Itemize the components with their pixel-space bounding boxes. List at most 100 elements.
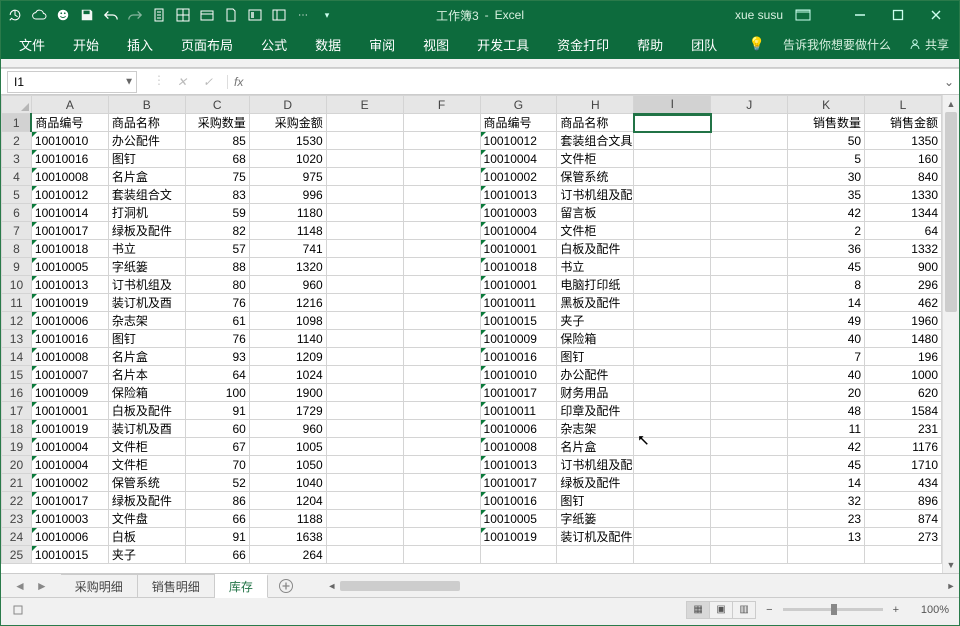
cell-F3[interactable]	[403, 150, 480, 168]
cell-K10[interactable]: 8	[788, 276, 865, 294]
cell-E19[interactable]	[326, 438, 403, 456]
cell-I19[interactable]	[634, 438, 711, 456]
select-all-corner[interactable]	[2, 96, 32, 114]
minimize-button[interactable]	[843, 5, 877, 25]
cell-F5[interactable]	[403, 186, 480, 204]
cell-B4[interactable]: 名片盒	[108, 168, 185, 186]
cell-B10[interactable]: 订书机组及	[108, 276, 185, 294]
cell-G8[interactable]: 10010001	[480, 240, 557, 258]
cell-G3[interactable]: 10010004	[480, 150, 557, 168]
cell-K18[interactable]: 11	[788, 420, 865, 438]
share-button[interactable]: 共享	[909, 36, 949, 53]
cell-J4[interactable]	[711, 168, 788, 186]
sheet-tab-1[interactable]: 销售明细	[138, 574, 215, 597]
smiley-icon[interactable]	[55, 7, 71, 23]
cell-C9[interactable]: 88	[185, 258, 249, 276]
cell-G17[interactable]: 10010011	[480, 402, 557, 420]
cell-A22[interactable]: 10010017	[31, 492, 108, 510]
cell-F12[interactable]	[403, 312, 480, 330]
cell-E2[interactable]	[326, 132, 403, 150]
cell-J16[interactable]	[711, 384, 788, 402]
cell-C5[interactable]: 83	[185, 186, 249, 204]
cell-E6[interactable]	[326, 204, 403, 222]
cell-B2[interactable]: 办公配件	[108, 132, 185, 150]
cell-I17[interactable]	[634, 402, 711, 420]
cell-A21[interactable]: 10010002	[31, 474, 108, 492]
row-header[interactable]: 15	[2, 366, 32, 384]
cell-F14[interactable]	[403, 348, 480, 366]
cell-L15[interactable]: 1000	[865, 366, 942, 384]
cell-A12[interactable]: 10010006	[31, 312, 108, 330]
row-header[interactable]: 10	[2, 276, 32, 294]
cell-G6[interactable]: 10010003	[480, 204, 557, 222]
cell-E14[interactable]	[326, 348, 403, 366]
cell-J1[interactable]	[711, 114, 788, 132]
cell-E1[interactable]	[326, 114, 403, 132]
cell-L9[interactable]: 900	[865, 258, 942, 276]
cell-I7[interactable]	[634, 222, 711, 240]
row-header[interactable]: 21	[2, 474, 32, 492]
tab-formulas[interactable]: 公式	[257, 33, 291, 56]
cell-K11[interactable]: 14	[788, 294, 865, 312]
cell-C11[interactable]: 76	[185, 294, 249, 312]
cell-K8[interactable]: 36	[788, 240, 865, 258]
row-header[interactable]: 18	[2, 420, 32, 438]
cell-C16[interactable]: 100	[185, 384, 249, 402]
cell-C13[interactable]: 76	[185, 330, 249, 348]
cell-B3[interactable]: 图钉	[108, 150, 185, 168]
cell-J8[interactable]	[711, 240, 788, 258]
cell-E10[interactable]	[326, 276, 403, 294]
cell-A13[interactable]: 10010016	[31, 330, 108, 348]
cell-D21[interactable]: 1040	[249, 474, 326, 492]
cell-J23[interactable]	[711, 510, 788, 528]
cell-L5[interactable]: 1330	[865, 186, 942, 204]
cell-L21[interactable]: 434	[865, 474, 942, 492]
cell-G4[interactable]: 10010002	[480, 168, 557, 186]
cell-D25[interactable]: 264	[249, 546, 326, 564]
cell-D20[interactable]: 1050	[249, 456, 326, 474]
cell-E17[interactable]	[326, 402, 403, 420]
cell-J19[interactable]	[711, 438, 788, 456]
tab-view[interactable]: 视图	[419, 33, 453, 56]
cell-D8[interactable]: 741	[249, 240, 326, 258]
cancel-formula-button[interactable]: ✕	[173, 73, 191, 91]
cell-B23[interactable]: 文件盘	[108, 510, 185, 528]
cell-E9[interactable]	[326, 258, 403, 276]
cell-F22[interactable]	[403, 492, 480, 510]
cell-H12[interactable]: 夹子	[557, 312, 634, 330]
sheet-nav-next[interactable]: ►	[33, 579, 51, 593]
cell-D9[interactable]: 1320	[249, 258, 326, 276]
cell-K23[interactable]: 23	[788, 510, 865, 528]
cell-E24[interactable]	[326, 528, 403, 546]
cell-C2[interactable]: 85	[185, 132, 249, 150]
cell-B13[interactable]: 图钉	[108, 330, 185, 348]
column-header-K[interactable]: K	[788, 96, 865, 114]
zoom-slider[interactable]	[783, 608, 883, 611]
cell-I8[interactable]	[634, 240, 711, 258]
add-sheet-button[interactable]	[268, 578, 304, 594]
cell-I15[interactable]	[634, 366, 711, 384]
qat-icon-2[interactable]	[175, 7, 191, 23]
cell-F15[interactable]	[403, 366, 480, 384]
cell-A24[interactable]: 10010006	[31, 528, 108, 546]
cell-D2[interactable]: 1530	[249, 132, 326, 150]
cell-J13[interactable]	[711, 330, 788, 348]
cell-B21[interactable]: 保管系统	[108, 474, 185, 492]
cell-H17[interactable]: 印章及配件	[557, 402, 634, 420]
cell-G12[interactable]: 10010015	[480, 312, 557, 330]
cell-G14[interactable]: 10010016	[480, 348, 557, 366]
cell-H1[interactable]: 商品名称	[557, 114, 634, 132]
cell-L23[interactable]: 874	[865, 510, 942, 528]
row-header[interactable]: 7	[2, 222, 32, 240]
sheet-tab-2[interactable]: 库存	[215, 574, 268, 598]
column-header-H[interactable]: H	[557, 96, 634, 114]
row-header[interactable]: 19	[2, 438, 32, 456]
cell-F21[interactable]	[403, 474, 480, 492]
column-header-J[interactable]: J	[711, 96, 788, 114]
cell-D11[interactable]: 1216	[249, 294, 326, 312]
cell-I25[interactable]	[634, 546, 711, 564]
view-page-break-button[interactable]: ▥	[732, 601, 756, 619]
cell-D13[interactable]: 1140	[249, 330, 326, 348]
ribbon-display-icon[interactable]	[795, 9, 811, 21]
cell-D18[interactable]: 960	[249, 420, 326, 438]
